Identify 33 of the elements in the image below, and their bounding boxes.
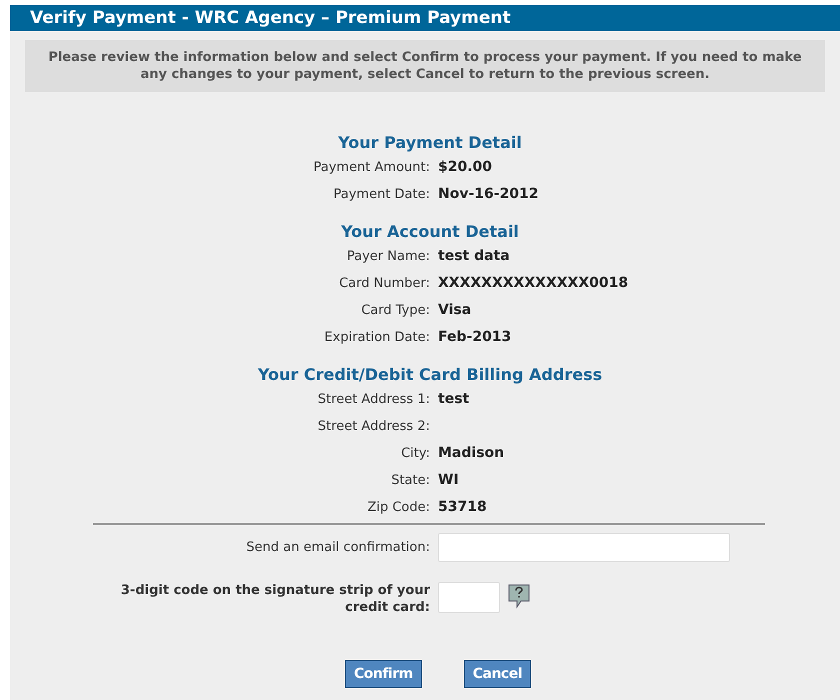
- field-label: Payer Name:: [346, 248, 430, 266]
- field-value: test data: [438, 247, 510, 266]
- field-label: Street Address 1:: [318, 390, 430, 409]
- field-value: $20.00: [438, 158, 492, 177]
- section-heading: Your Payment Detail: [338, 132, 522, 154]
- help-icon[interactable]: [508, 584, 530, 609]
- field-value: Visa: [438, 301, 472, 320]
- instructions-text: Please review the information below and select Confirm to process your payment. If you need to make any changes to your payment, select Cancel to return to the previous screen.: [25, 40, 825, 92]
- field-value: 53718: [438, 498, 487, 517]
- field-label: State:: [391, 472, 430, 490]
- field-label: City:: [401, 444, 430, 463]
- field-label: Payment Amount:: [313, 158, 430, 177]
- field-label: Card Type:: [361, 302, 430, 320]
- email-label: Send an email confirmation:: [245, 538, 430, 557]
- field-label: Zip Code:: [367, 498, 430, 517]
- field-value: Madison: [438, 444, 504, 463]
- field-label: Street Address 2:: [318, 418, 430, 436]
- field-value: Feb-2013: [438, 328, 512, 347]
- field-label: Expiration Date:: [324, 328, 430, 347]
- action-button[interactable]: Cancel: [464, 660, 532, 688]
- field-label: Payment Date:: [334, 186, 430, 204]
- field-value: test: [438, 390, 470, 409]
- email-input[interactable]: [438, 533, 730, 562]
- section-heading: Your Credit/Debit Card Billing Address: [258, 364, 602, 386]
- field-label: Card Number:: [339, 274, 430, 293]
- code-input[interactable]: [438, 582, 500, 613]
- section-heading: Your Account Detail: [341, 221, 519, 243]
- field-value: XXXXXXXXXXXXXX0018: [438, 274, 628, 293]
- field-value: WI: [438, 471, 459, 490]
- page-title: Verify Payment - WRC Agency – Premium Payment: [10, 5, 840, 31]
- code-label: 3-digit code on the signature strip of your credit card:: [120, 582, 430, 616]
- field-value: Nov-16-2012: [438, 185, 539, 204]
- action-button[interactable]: Confirm: [344, 660, 422, 688]
